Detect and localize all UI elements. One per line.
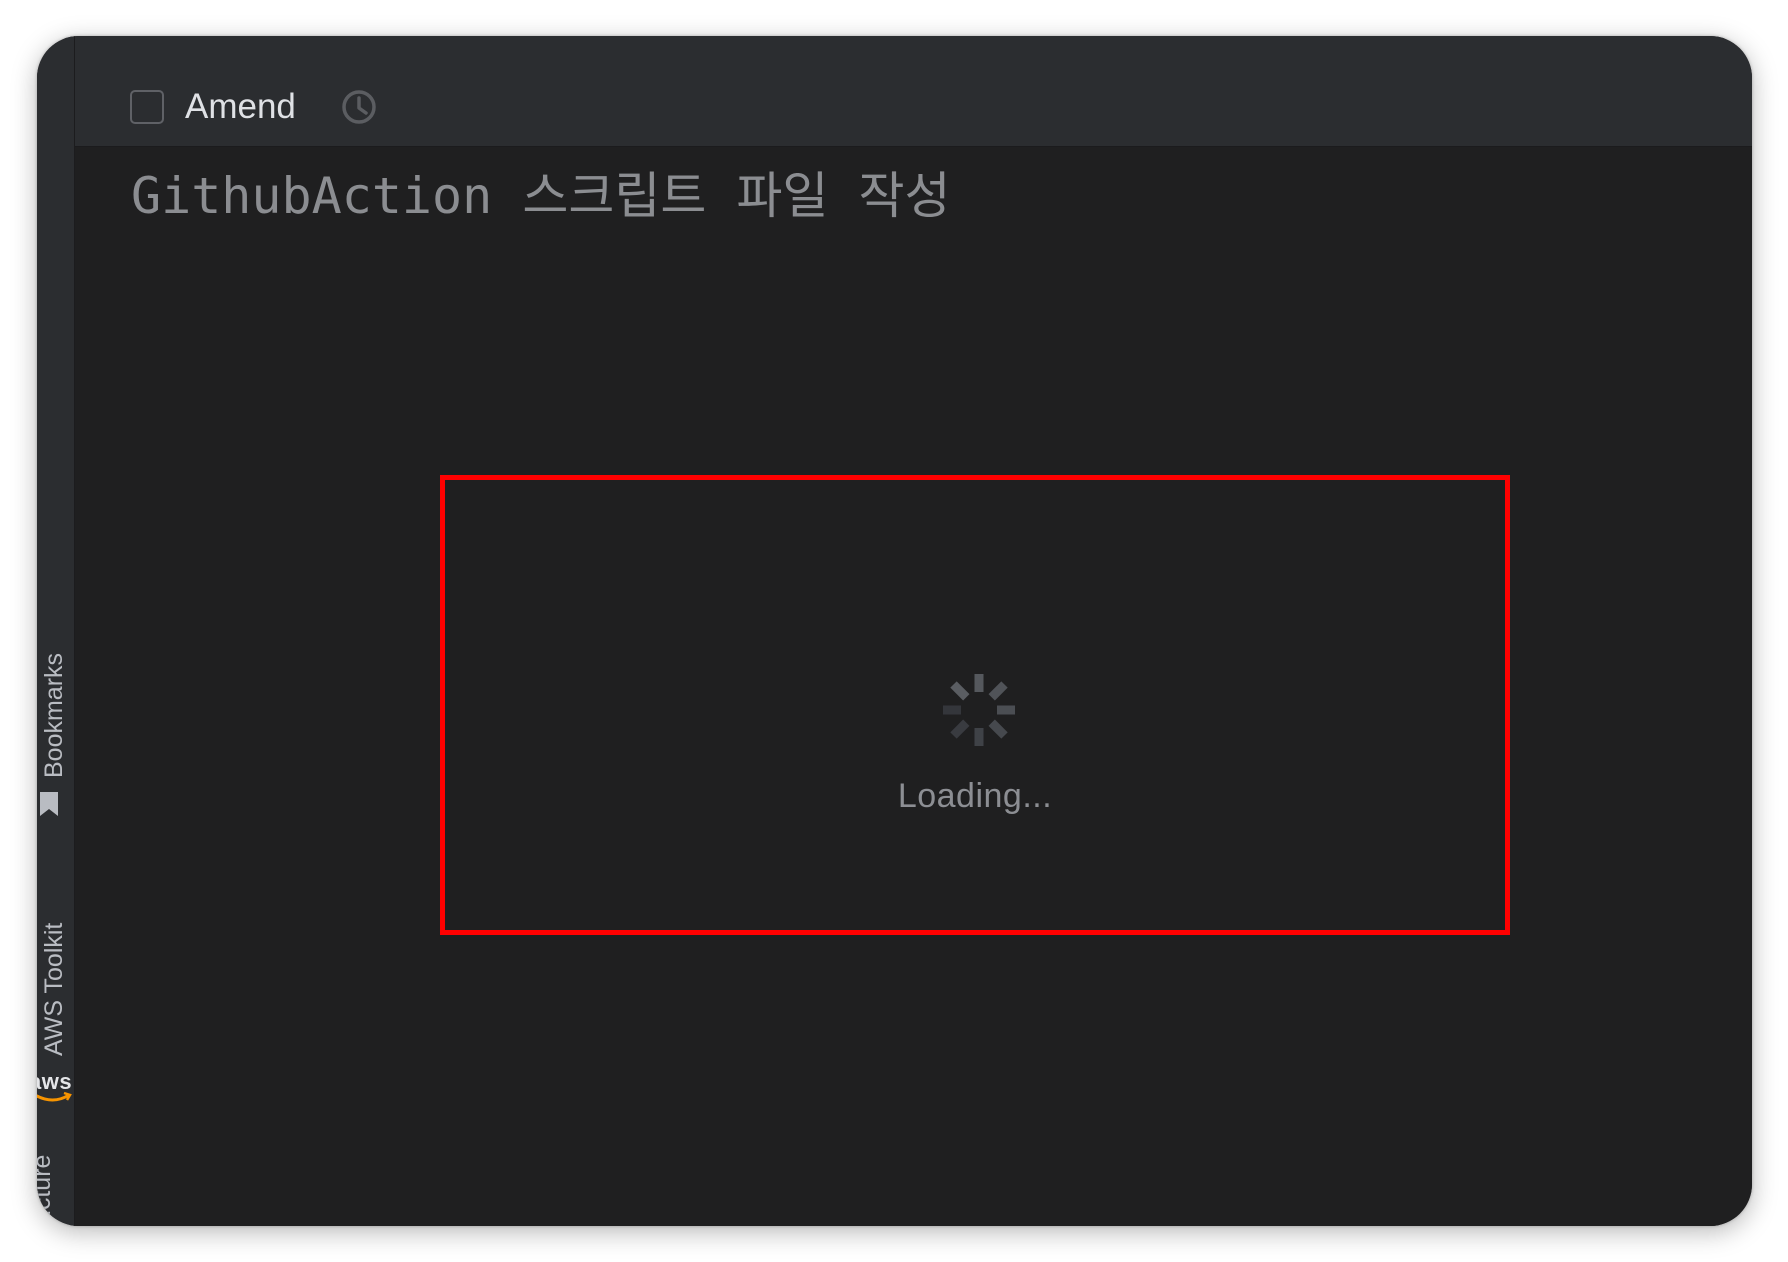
commit-message-editor[interactable]: GithubAction 스크립트 파일 작성 Loading... xyxy=(75,147,1752,1226)
amend-checkbox[interactable] xyxy=(130,90,164,124)
loading-panel: Loading... xyxy=(440,475,1510,935)
tool-tab-aws-toolkit[interactable]: AWS Toolkit xyxy=(39,923,69,1056)
bookmark-icon[interactable] xyxy=(38,790,60,818)
spinner-icon xyxy=(943,674,1015,746)
aws-logo-icon[interactable]: aws xyxy=(37,1069,74,1109)
commit-window: Bookmarks AWS Toolkit aws Structure Amen… xyxy=(37,36,1752,1226)
amend-label[interactable]: Amend xyxy=(185,87,296,127)
clock-history-icon[interactable] xyxy=(338,86,380,128)
tool-tab-structure[interactable]: Structure xyxy=(37,1155,57,1226)
commit-message-text[interactable]: GithubAction 스크립트 파일 작성 xyxy=(131,161,951,231)
loading-text: Loading... xyxy=(897,777,1053,815)
left-tool-stripe: Bookmarks AWS Toolkit aws Structure xyxy=(37,36,75,1226)
commit-toolbar: Amend xyxy=(75,36,1752,147)
tool-tab-bookmarks[interactable]: Bookmarks xyxy=(39,653,69,778)
